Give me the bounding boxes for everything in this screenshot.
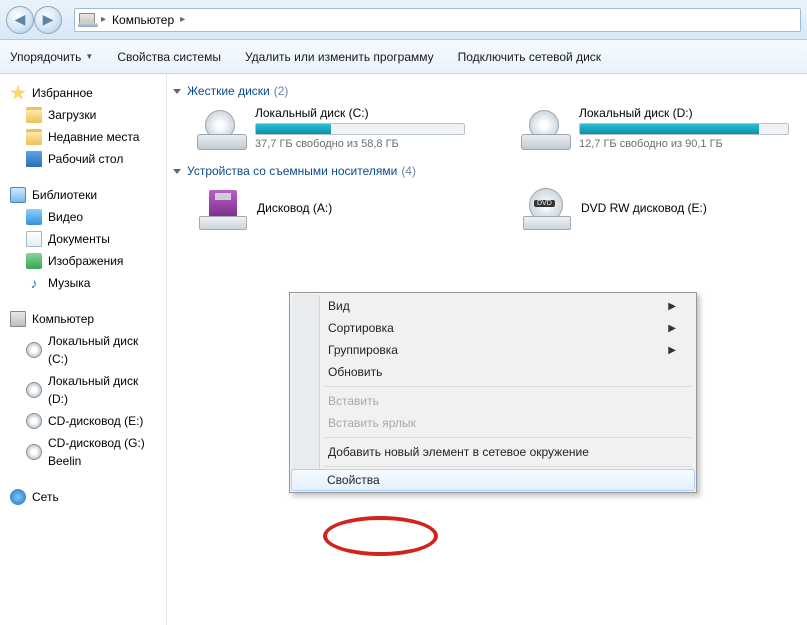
folder-icon — [26, 129, 42, 145]
drive-free-space: 37,7 ГБ свободно из 58,8 ГБ — [255, 138, 479, 150]
forward-button[interactable]: ▶ — [34, 6, 62, 34]
ctx-paste-shortcut: Вставить ярлык — [292, 412, 694, 434]
sidebar-network[interactable]: Сеть — [4, 486, 162, 508]
chevron-down-icon: ▼ — [85, 52, 93, 61]
group-removable[interactable]: Устройства со съемными носителями (4) — [173, 164, 807, 178]
collapse-icon — [173, 169, 181, 174]
ctx-properties[interactable]: Свойства — [291, 469, 695, 491]
ctx-sort[interactable]: Сортировка▶ — [292, 317, 694, 339]
video-icon — [26, 209, 42, 225]
organize-menu[interactable]: Упорядочить ▼ — [10, 50, 93, 64]
sidebar-computer[interactable]: Компьютер — [4, 308, 162, 330]
navigation-pane: Избранное Загрузки Недавние места Рабочи… — [0, 74, 167, 625]
back-button[interactable]: ◀ — [6, 6, 34, 34]
network-icon — [10, 489, 26, 505]
folder-icon — [26, 107, 42, 123]
sidebar-video[interactable]: Видео — [4, 206, 162, 228]
ctx-refresh[interactable]: Обновить — [292, 361, 694, 383]
submenu-arrow-icon: ▶ — [668, 301, 676, 312]
dvd-icon — [523, 188, 571, 230]
map-network-drive-button[interactable]: Подключить сетевой диск — [458, 50, 601, 64]
group-hard-drives[interactable]: Жесткие диски (2) — [173, 84, 807, 98]
submenu-arrow-icon: ▶ — [668, 323, 676, 334]
sidebar-pictures[interactable]: Изображения — [4, 250, 162, 272]
floppy-icon — [199, 188, 247, 230]
sidebar-libraries[interactable]: Библиотеки — [4, 184, 162, 206]
sidebar-music[interactable]: ♪ Музыка — [4, 272, 162, 294]
star-icon — [10, 85, 26, 101]
content-pane[interactable]: Жесткие диски (2) Локальный диск (C:) 37… — [167, 74, 807, 625]
toolbar: Упорядочить ▼ Свойства системы Удалить и… — [0, 40, 807, 74]
disk-icon — [26, 382, 42, 398]
organize-label: Упорядочить — [10, 50, 81, 64]
drive-label: Дисковод (A:) — [257, 201, 332, 215]
ctx-paste: Вставить — [292, 390, 694, 412]
uninstall-program-button[interactable]: Удалить или изменить программу — [245, 50, 434, 64]
address-bar: ◀ ▶ ▸ Компьютер ▸ — [0, 0, 807, 40]
ctx-add-network-location[interactable]: Добавить новый элемент в сетевое окружен… — [292, 441, 694, 463]
separator — [324, 437, 692, 438]
separator — [324, 386, 692, 387]
hard-disk-icon — [521, 106, 571, 150]
sidebar-recent[interactable]: Недавние места — [4, 126, 162, 148]
breadcrumb-item[interactable]: Компьютер — [112, 13, 174, 27]
nav-buttons: ◀ ▶ — [6, 6, 62, 34]
drive-c[interactable]: Локальный диск (C:) 37,7 ГБ свободно из … — [193, 102, 483, 154]
system-properties-button[interactable]: Свойства системы — [117, 50, 221, 64]
sidebar-favorites[interactable]: Избранное — [4, 82, 162, 104]
sidebar-documents[interactable]: Документы — [4, 228, 162, 250]
music-icon: ♪ — [26, 275, 42, 291]
sidebar-local-d[interactable]: Локальный диск (D:) — [4, 370, 162, 410]
sidebar-desktop[interactable]: Рабочий стол — [4, 148, 162, 170]
context-menu: Вид▶ Сортировка▶ Группировка▶ Обновить В… — [289, 292, 697, 493]
image-icon — [26, 253, 42, 269]
cd-icon — [26, 444, 42, 460]
sidebar-cd-g[interactable]: CD-дисковод (G:) Beelin — [4, 432, 162, 472]
document-icon — [26, 231, 42, 247]
drive-a[interactable]: Дисковод (A:) — [193, 182, 483, 236]
annotation-circle — [323, 516, 438, 556]
drive-d[interactable]: Локальный диск (D:) 12,7 ГБ свободно из … — [517, 102, 807, 154]
breadcrumb[interactable]: ▸ Компьютер ▸ — [74, 8, 801, 32]
computer-icon — [79, 13, 95, 27]
disk-icon — [26, 342, 42, 358]
ctx-group[interactable]: Группировка▶ — [292, 339, 694, 361]
separator — [324, 466, 692, 467]
sidebar-cd-e[interactable]: CD-дисковод (E:) — [4, 410, 162, 432]
capacity-bar — [579, 123, 789, 135]
sidebar-downloads[interactable]: Загрузки — [4, 104, 162, 126]
desktop-icon — [26, 151, 42, 167]
capacity-bar — [255, 123, 465, 135]
drive-label: DVD RW дисковод (E:) — [581, 201, 707, 215]
library-icon — [10, 187, 26, 203]
chevron-right-icon: ▸ — [180, 14, 185, 25]
computer-icon — [10, 311, 26, 327]
chevron-right-icon: ▸ — [101, 14, 106, 25]
submenu-arrow-icon: ▶ — [668, 345, 676, 356]
main-area: Избранное Загрузки Недавние места Рабочи… — [0, 74, 807, 625]
cd-icon — [26, 413, 42, 429]
hard-disk-icon — [197, 106, 247, 150]
drive-free-space: 12,7 ГБ свободно из 90,1 ГБ — [579, 138, 803, 150]
collapse-icon — [173, 89, 181, 94]
drive-label: Локальный диск (D:) — [579, 106, 803, 120]
ctx-view[interactable]: Вид▶ — [292, 295, 694, 317]
sidebar-local-c[interactable]: Локальный диск (C:) — [4, 330, 162, 370]
drive-label: Локальный диск (C:) — [255, 106, 479, 120]
drive-e[interactable]: DVD RW дисковод (E:) — [517, 182, 807, 236]
